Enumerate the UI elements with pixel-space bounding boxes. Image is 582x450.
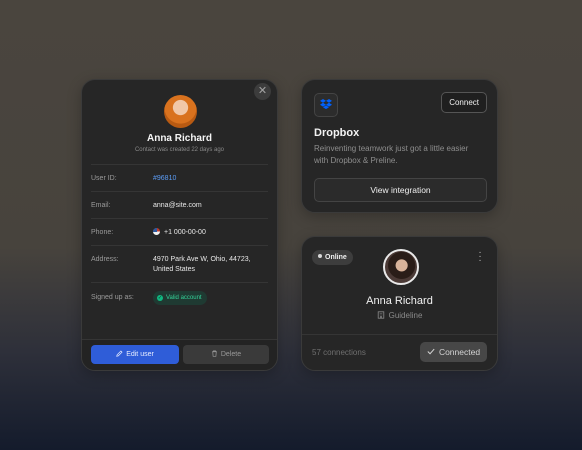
- pencil-icon: [116, 350, 123, 357]
- signed-up-label: Signed up as:: [91, 294, 134, 301]
- connected-button[interactable]: Connected: [420, 342, 487, 362]
- connect-button[interactable]: Connect: [441, 92, 487, 113]
- close-icon[interactable]: ✕: [254, 83, 271, 100]
- phone-label: Phone:: [91, 229, 114, 236]
- user-connection-card: Online · · · Anna Richard Guideline 57 con…: [301, 236, 498, 371]
- signed-up-row: Signed up as: ✓ Valid account: [91, 282, 268, 313]
- user-id-row: User ID: #96810: [91, 164, 268, 192]
- dropbox-logo-icon: [314, 93, 338, 117]
- integration-title: Dropbox: [314, 127, 360, 139]
- online-status-badge: Online: [312, 250, 353, 265]
- avatar: [164, 95, 197, 128]
- email-value: anna@site.com: [153, 202, 202, 209]
- status-dot-icon: [318, 254, 322, 258]
- user-card-footer: 57 connections Connected: [302, 334, 497, 370]
- profile-actions: Edit user Delete: [82, 339, 277, 370]
- user-id-label: User ID:: [91, 175, 117, 182]
- email-label: Email:: [91, 202, 111, 209]
- address-label: Address:: [91, 256, 119, 263]
- address-value: 4970 Park Ave W, Ohio, 44723, United Sta…: [153, 256, 251, 273]
- integration-description: Reinventing teamwork just got a little e…: [314, 144, 469, 165]
- delete-button[interactable]: Delete: [183, 345, 269, 364]
- connections-count: 57 connections: [312, 348, 366, 357]
- user-id-link[interactable]: #96810: [153, 174, 268, 184]
- phone-value: +1 000-00-00: [164, 229, 206, 236]
- avatar: [383, 249, 419, 285]
- profile-created-text: Contact was created 22 days ago: [134, 147, 225, 153]
- valid-account-badge: ✓ Valid account: [153, 291, 207, 305]
- check-circle-icon: ✓: [157, 295, 163, 301]
- building-icon: [377, 311, 384, 319]
- us-flag-icon: [153, 228, 160, 235]
- more-vertical-icon[interactable]: · · ·: [477, 248, 483, 266]
- check-icon: [427, 348, 435, 355]
- profile-name: Anna Richard: [146, 133, 212, 144]
- address-row: Address: 4970 Park Ave W, Ohio, 44723, U…: [91, 245, 268, 283]
- user-name: Anna Richard: [366, 295, 433, 307]
- trash-icon: [211, 350, 217, 357]
- edit-user-button[interactable]: Edit user: [91, 345, 179, 364]
- email-row: Email: anna@site.com: [91, 191, 268, 219]
- user-profile-card: ✕ Anna Richard Contact was created 22 da…: [81, 79, 278, 371]
- view-integration-button[interactable]: View integration: [314, 178, 487, 202]
- phone-row: Phone: +1 000-00-00: [91, 218, 268, 246]
- user-role: Guideline: [302, 311, 497, 320]
- dropbox-integration-card: Connect Dropbox Reinventing teamwork jus…: [301, 79, 498, 213]
